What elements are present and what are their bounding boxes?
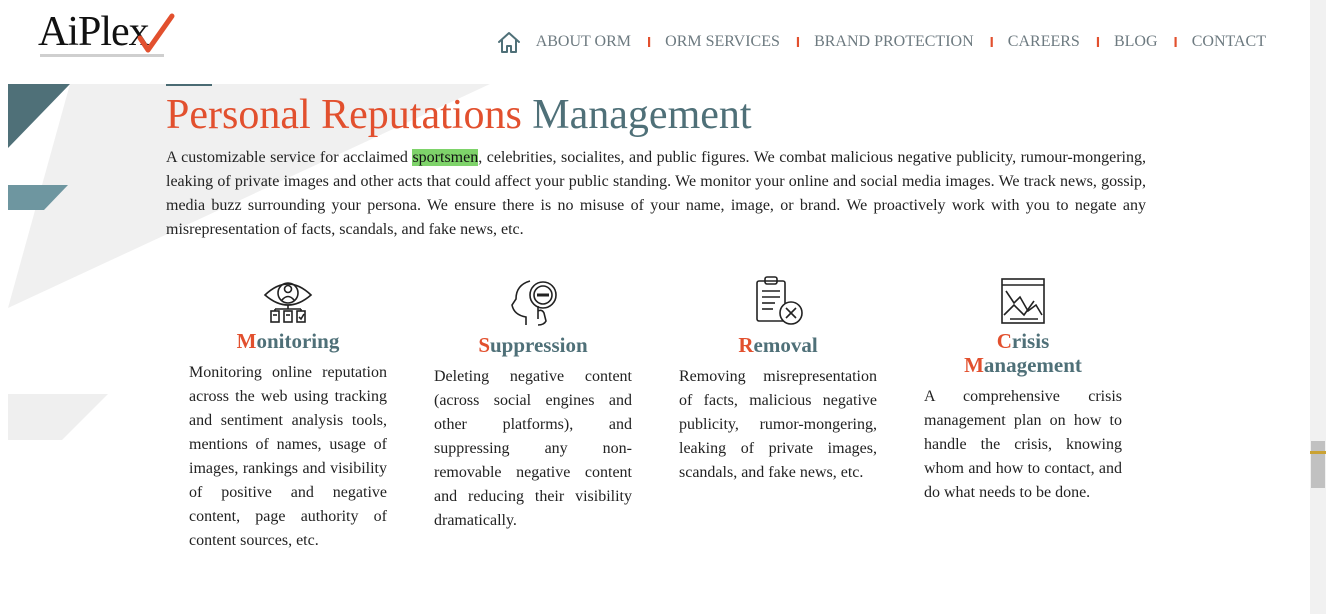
- nav-blog[interactable]: BLOG: [1114, 33, 1158, 51]
- service-suppression: Suppression Deleting negative content (a…: [434, 275, 632, 533]
- site-header: AiPlex ABOUT ORM I ORM SERVICES I BRAND …: [0, 0, 1310, 84]
- page-scrollbar[interactable]: [1310, 0, 1326, 614]
- service-title-rest: uppression: [490, 333, 588, 357]
- logo-check-mark: [137, 13, 175, 53]
- service-title: Crisis Management: [924, 329, 1122, 377]
- service-description: Removing misrepresentation of facts, mal…: [679, 368, 877, 481]
- nav-brand-protection[interactable]: BRAND PROTECTION: [814, 33, 974, 51]
- monitoring-eye-icon: [263, 282, 313, 323]
- logo[interactable]: AiPlex: [38, 8, 178, 62]
- nav-separator: I: [989, 33, 994, 51]
- service-title-initial: S: [478, 333, 490, 357]
- nav-careers[interactable]: CAREERS: [1008, 33, 1080, 51]
- page-title-accent: Personal Reputations: [166, 92, 522, 138]
- service-title-line2-rest: anagement: [983, 353, 1082, 377]
- service-title: Suppression: [434, 333, 632, 357]
- scrollbar-marker: [1310, 451, 1326, 454]
- suppression-head-icon: [511, 280, 557, 326]
- intro-highlight: sportsmen: [412, 149, 479, 166]
- nav-orm-services[interactable]: ORM SERVICES: [665, 33, 780, 51]
- service-title-initial: R: [738, 333, 754, 357]
- service-description: Monitoring online reputation across the …: [189, 364, 387, 549]
- nav-separator: I: [646, 33, 652, 51]
- service-crisis-management: Crisis Management A comprehensive crisis …: [924, 275, 1122, 505]
- page: AiPlex ABOUT ORM I ORM SERVICES I BRAND …: [0, 0, 1326, 614]
- service-title-rest: risis: [1011, 329, 1050, 353]
- scrollbar-thumb[interactable]: [1311, 441, 1325, 488]
- logo-text: AiPlex: [38, 9, 150, 55]
- logo-underline: [40, 54, 164, 57]
- nav-separator: I: [1095, 33, 1100, 51]
- service-title-rest: emoval: [753, 333, 818, 357]
- page-title-rest: Management: [532, 92, 752, 138]
- nav-separator: I: [1173, 33, 1178, 51]
- main-navigation: ABOUT ORM I ORM SERVICES I BRAND PROTECT…: [496, 26, 1266, 58]
- service-description: A comprehensive crisis management plan o…: [924, 388, 1122, 501]
- service-removal: Removal Removing misrepresentation of fa…: [679, 275, 877, 485]
- crisis-chart-icon: [1001, 278, 1045, 324]
- service-description: Deleting negative content (across social…: [434, 368, 632, 529]
- service-title: Removal: [679, 333, 877, 357]
- service-monitoring: Monitoring Monitoring online reputation …: [189, 275, 387, 553]
- service-title-initial: M: [236, 329, 257, 353]
- service-title: Monitoring: [189, 329, 387, 353]
- service-title-line2-initial: M: [964, 353, 984, 377]
- intro-paragraph: A customizable service for acclaimed spo…: [166, 146, 1146, 242]
- nav-separator: I: [795, 33, 801, 51]
- nav-about-orm[interactable]: ABOUT ORM: [536, 33, 631, 51]
- page-title: Personal Reputations Management: [166, 90, 752, 140]
- nav-contact[interactable]: CONTACT: [1192, 33, 1266, 51]
- home-icon[interactable]: [496, 29, 522, 55]
- intro-text-start: A customizable service for acclaimed: [166, 149, 413, 166]
- service-title-rest: onitoring: [256, 329, 340, 353]
- service-title-initial: C: [996, 329, 1012, 353]
- removal-clipboard-icon: [756, 276, 803, 325]
- title-accent-line: [166, 84, 212, 86]
